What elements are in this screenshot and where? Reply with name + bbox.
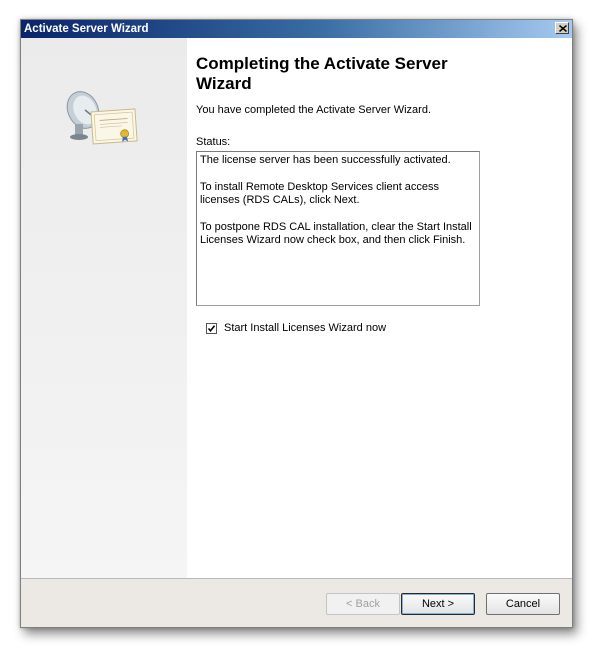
window-title: Activate Server Wizard xyxy=(24,23,149,35)
start-install-licenses-checkbox[interactable] xyxy=(206,322,217,334)
next-button[interactable]: Next > xyxy=(401,593,475,615)
title-bar[interactable]: Activate Server Wizard xyxy=(21,20,572,38)
status-line: The license server has been successfully… xyxy=(200,154,451,166)
status-line: To postpone RDS CAL installation, clear … xyxy=(200,220,472,247)
cancel-button[interactable]: Cancel xyxy=(486,593,560,615)
status-label: Status: xyxy=(196,136,231,148)
checkmark-icon xyxy=(207,324,216,332)
back-button[interactable]: < Back xyxy=(326,593,400,615)
close-button[interactable] xyxy=(555,22,569,34)
screenshot-canvas: Activate Server Wizard Completing the Ac… xyxy=(0,0,616,671)
satellite-certificate-icon xyxy=(61,88,141,163)
page-title: Completing the Activate Server Wizard xyxy=(196,54,448,93)
start-install-licenses-checkbox-row[interactable]: Start Install Licenses Wizard now xyxy=(206,321,386,335)
wizard-window: Activate Server Wizard Completing the Ac… xyxy=(20,19,573,628)
button-bar: < Back Next > Cancel xyxy=(21,578,572,627)
page-subtitle: You have completed the Activate Server W… xyxy=(196,104,431,116)
status-textbox[interactable]: The license server has been successfully… xyxy=(196,151,480,306)
checkbox-label[interactable]: Start Install Licenses Wizard now xyxy=(224,322,386,334)
wizard-content-panel xyxy=(187,38,572,578)
status-line: To install Remote Desktop Services clien… xyxy=(200,180,440,207)
close-icon xyxy=(559,25,567,32)
